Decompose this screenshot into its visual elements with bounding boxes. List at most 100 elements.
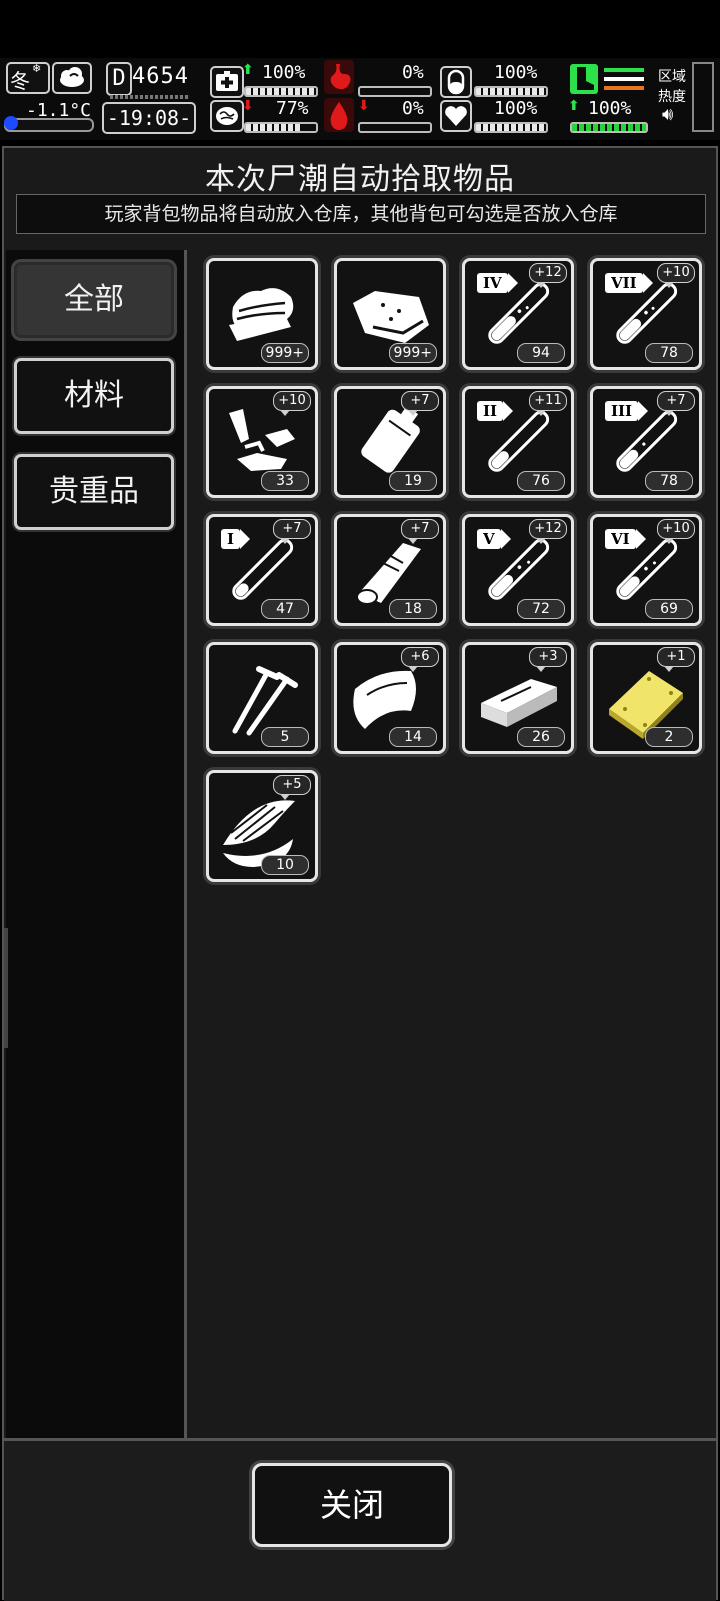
bonus-bubble: +5: [273, 775, 311, 800]
item-count: 78: [645, 343, 693, 363]
item-syringe-ii[interactable]: II +11 76: [462, 386, 574, 498]
stamina-stripe-orange: [604, 86, 644, 90]
item-bandage-roll[interactable]: +7 18: [334, 514, 446, 626]
blood-bar: [358, 122, 432, 133]
bonus-bubble: +7: [401, 519, 439, 544]
stomach-value: 0%: [402, 62, 424, 83]
side-scroll-handle[interactable]: [4, 928, 8, 1048]
bonus-bubble: +7: [273, 519, 311, 544]
item-count: 18: [389, 599, 437, 619]
bonus-bubble: +12: [529, 519, 567, 544]
item-count: 14: [389, 727, 437, 747]
status-bar: 冬 ❄ -1.1°C D 4654 -19:08- ⬆ 100% ⬇ 77% 0…: [0, 58, 720, 140]
bonus-bubble: +10: [273, 391, 311, 416]
bonus-bubble: +10: [657, 263, 695, 288]
panel-subtitle: 玩家背包物品将自动放入仓库，其他背包可勾选是否放入仓库: [16, 194, 706, 234]
item-count: 10: [261, 855, 309, 875]
day-progress: [110, 95, 190, 99]
item-count: 47: [261, 599, 309, 619]
item-syringe-vi[interactable]: VI +10 69: [590, 514, 702, 626]
item-syringe-vii[interactable]: VII +10 78: [590, 258, 702, 370]
clock-box: -19:08-: [102, 102, 196, 134]
day-icon: D: [106, 62, 132, 96]
close-button[interactable]: 关闭: [252, 1463, 452, 1547]
item-brick[interactable]: +3 26: [462, 642, 574, 754]
stamina-value: 100%: [588, 98, 632, 119]
panel-title: 本次尸潮自动拾取物品: [205, 162, 515, 197]
brain-value: 77%: [276, 98, 309, 119]
item-count: 69: [645, 599, 693, 619]
heart-value: 100%: [494, 98, 538, 119]
health-bar-fill: [246, 88, 316, 95]
bonus-bubble: +1: [657, 647, 695, 672]
bonus-bubble: +3: [529, 647, 567, 672]
bonus-bubble: +10: [657, 519, 695, 544]
item-blood-bag[interactable]: +7 19: [334, 386, 446, 498]
stamina-bar: [570, 122, 648, 133]
stomach-icon: [324, 60, 354, 94]
item-syringe-iii[interactable]: III +7 78: [590, 386, 702, 498]
heart-bar-fill: [476, 124, 546, 131]
zone-heat-label-2: 热度: [658, 89, 686, 105]
item-syringe-i[interactable]: I +7 47: [206, 514, 318, 626]
item-syringe-v[interactable]: V +12 72: [462, 514, 574, 626]
thermometer-bulb-icon: [4, 116, 18, 130]
tab-valuables[interactable]: 贵重品: [14, 454, 174, 530]
tab-all[interactable]: 全部: [14, 262, 174, 338]
pill-bar-fill: [476, 88, 546, 95]
day-counter: 4654: [132, 64, 189, 89]
item-count: 19: [389, 471, 437, 491]
item-herb-bundle[interactable]: +5 10: [206, 770, 318, 882]
item-cloth[interactable]: 999+: [206, 258, 318, 370]
bonus-bubble: +12: [529, 263, 567, 288]
item-raw-meat[interactable]: 999+: [334, 258, 446, 370]
item-count: 5: [261, 727, 309, 747]
item-count: 78: [645, 471, 693, 491]
item-count: 76: [517, 471, 565, 491]
weather-cloud-icon: [52, 62, 92, 94]
tab-materials[interactable]: 材料: [14, 358, 174, 434]
item-count: 72: [517, 599, 565, 619]
heart-bar: [474, 122, 548, 133]
category-sidebar: 全部 材料 贵重品: [6, 250, 187, 1440]
item-count: 2: [645, 727, 693, 747]
blood-down-arrow-icon: ⬇: [358, 98, 370, 114]
item-count: 33: [261, 471, 309, 491]
bonus-bubble: +11: [529, 391, 567, 416]
item-nails[interactable]: 5: [206, 642, 318, 754]
stamina-stripe-green: [604, 68, 644, 72]
stamina-bar-fill: [572, 124, 646, 131]
stomach-bar: [358, 86, 432, 97]
item-count: 999+: [388, 343, 437, 363]
pill-icon: [440, 66, 472, 98]
blood-value: 0%: [402, 98, 424, 119]
item-syringe-iv[interactable]: IV +12 94: [462, 258, 574, 370]
panel-footer: 关闭: [4, 1438, 716, 1601]
pill-bar: [474, 86, 548, 97]
speaker-icon[interactable]: 🔊︎: [662, 104, 673, 125]
stamina-up-arrow-icon: ⬆: [568, 98, 580, 114]
item-count: 94: [517, 343, 565, 363]
boot-icon: [570, 64, 598, 94]
pill-value: 100%: [494, 62, 538, 83]
health-bar: [244, 86, 318, 97]
bonus-bubble: +6: [401, 647, 439, 672]
item-count: 26: [517, 727, 565, 747]
zone-heat-gauge: [692, 62, 714, 132]
stamina-stripe-white: [604, 77, 644, 81]
bonus-bubble: +7: [401, 391, 439, 416]
season-label: 冬: [10, 69, 30, 93]
item-gold-plate[interactable]: +1 2: [590, 642, 702, 754]
temperature-gauge: [4, 116, 94, 132]
health-value: 100%: [262, 62, 306, 83]
brain-bar: [244, 122, 318, 133]
heart-icon: [440, 100, 472, 132]
item-leather[interactable]: +6 14: [334, 642, 446, 754]
auto-pickup-panel: 本次尸潮自动拾取物品 玩家背包物品将自动放入仓库，其他背包可勾选是否放入仓库 全…: [2, 146, 718, 1601]
medkit-icon: [210, 66, 244, 98]
season-badge: 冬 ❄: [6, 62, 50, 94]
zone-heat-label-1: 区域: [658, 69, 686, 85]
brain-down-arrow-icon: ⬇: [242, 98, 254, 114]
item-scrap-parts[interactable]: +10 33: [206, 386, 318, 498]
brain-bar-fill: [246, 124, 300, 131]
